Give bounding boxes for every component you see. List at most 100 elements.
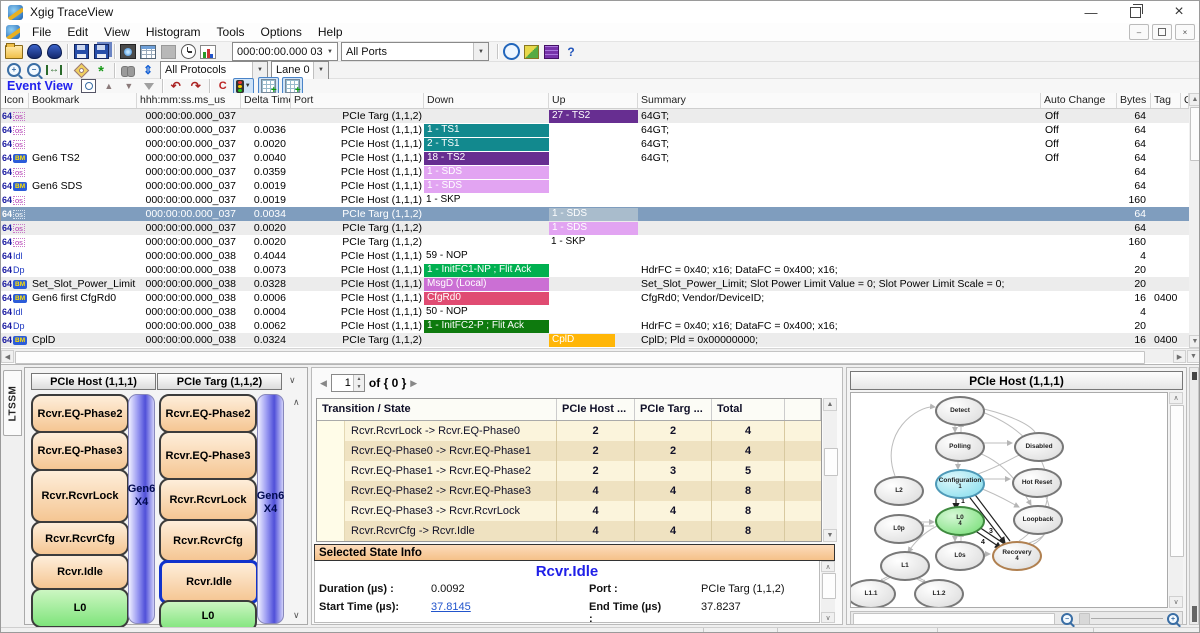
ltssm-state-l0[interactable]: L0 — [31, 588, 129, 628]
state-node-polling[interactable]: Polling — [935, 432, 985, 462]
scroll-thumb[interactable] — [822, 573, 836, 599]
transition-row[interactable]: Rcvr.EQ-Phase3 -> Rcvr.RcvrLock448 — [317, 501, 821, 521]
chevron-down-icon[interactable]: ∨ — [293, 611, 300, 620]
ltssm-state-rcvr-rcvrcfg[interactable]: Rcvr.RcvrCfg — [31, 521, 129, 556]
ltssm-tab[interactable]: LTSSM — [3, 370, 22, 436]
minimize-button[interactable]: — — [1069, 1, 1113, 23]
ports-combobox[interactable]: All Ports ▼ — [341, 42, 489, 61]
time-search-field[interactable]: 000:00:00.000 037 ▼ — [232, 42, 338, 61]
help-button[interactable]: ? — [562, 43, 580, 60]
sync-scroll-button[interactable]: ⇕ — [139, 62, 157, 79]
event-row[interactable]: 64BMGen6 first CfgRd0000:00:00.000_0380.… — [1, 291, 1189, 305]
event-table-vscrollbar[interactable]: ▲ ▼ — [1189, 93, 1200, 348]
state-node-l2[interactable]: L2 — [874, 476, 924, 506]
event-row[interactable]: 64BMGen6 SDS000:00:00.000_0370.0019PCIe … — [1, 179, 1189, 193]
collapsed-panel-strip[interactable] — [1189, 367, 1199, 625]
transition-row[interactable]: Rcvr.EQ-Phase2 -> Rcvr.EQ-Phase3448 — [317, 481, 821, 501]
column-header[interactable]: Port — [291, 93, 424, 108]
event-row[interactable]: 64Dp000:00:00.000_0380.0073PCIe Host (1,… — [1, 263, 1189, 277]
event-row[interactable]: 64BMGen6 TS2000:00:00.000_0370.0040PCIe … — [1, 151, 1189, 165]
event-row[interactable]: 64BMSet_Slot_Power_Limit000:00:00.000_03… — [1, 277, 1189, 291]
scroll-up-icon[interactable]: ∧ — [1169, 392, 1183, 404]
column-header[interactable]: Icon — [1, 93, 29, 108]
column-header[interactable]: Delta Time — [241, 93, 291, 108]
prev-event-button[interactable]: ▲ — [100, 78, 118, 95]
pager-next-icon[interactable]: ▶ — [410, 378, 417, 389]
strip-thumb[interactable] — [1192, 606, 1197, 622]
scroll-thumb[interactable] — [1190, 107, 1200, 161]
event-row[interactable]: 64BMCplD000:00:00.000_0380.0324PCIe Targ… — [1, 333, 1189, 347]
menu-item-view[interactable]: View — [96, 24, 138, 40]
ltssm-host-header[interactable]: PCIe Host (1,1,1) — [31, 373, 156, 390]
scroll-thumb[interactable] — [1170, 405, 1184, 557]
state-node-l0s[interactable]: L0s — [935, 541, 985, 571]
transition-row[interactable]: Rcvr.RcvrCfg -> Rcvr.Idle448 — [317, 521, 821, 541]
scroll-right-icon[interactable]: ▶ — [1173, 350, 1186, 363]
scroll-thumb[interactable] — [824, 448, 838, 476]
prev-bookmark-button[interactable]: ↶ — [167, 78, 185, 95]
diagram-vscrollbar[interactable]: ∧ ∨ — [1169, 392, 1183, 608]
column-header[interactable]: Down — [424, 93, 549, 108]
ltssm-state-rcvr-eq-phase3[interactable]: Rcvr.EQ-Phase3 — [31, 431, 129, 471]
child-minimize-button[interactable]: – — [1129, 24, 1149, 40]
column-header[interactable]: Bookmark — [29, 93, 137, 108]
column-header[interactable]: Bytes — [1117, 93, 1151, 108]
transitions-column-header[interactable]: PCIe Host ... — [557, 399, 635, 420]
event-row[interactable]: 64os000:00:00.000_037PCIe Targ (1,1,2)27… — [1, 109, 1189, 123]
next-bookmark-button[interactable]: ↷ — [187, 78, 205, 95]
menu-item-edit[interactable]: Edit — [59, 24, 96, 40]
scroll-up-icon[interactable]: ▲ — [823, 398, 837, 411]
protocol-map-button[interactable] — [542, 43, 560, 60]
state-node-detect[interactable]: Detect — [935, 396, 985, 426]
state-node-loopback[interactable]: Loopback — [1013, 505, 1063, 535]
transitions-vscrollbar[interactable]: ▲ ▼ — [823, 398, 837, 542]
next-event-button[interactable]: ▼ — [120, 78, 138, 95]
diagram-zoom-in-icon[interactable]: + — [1167, 613, 1179, 625]
event-row[interactable]: 64os000:00:00.000_0370.0034PCIe Targ (1,… — [1, 207, 1189, 221]
transition-row[interactable]: Rcvr.EQ-Phase0 -> Rcvr.EQ-Phase1224 — [317, 441, 821, 461]
event-row[interactable]: 64os000:00:00.000_0370.0036PCIe Host (1,… — [1, 123, 1189, 137]
column-header[interactable]: Summary — [638, 93, 1041, 108]
pager-prev-icon[interactable]: ◀ — [320, 378, 327, 389]
new-marker-button[interactable]: * — [92, 62, 110, 79]
menu-item-help[interactable]: Help — [310, 24, 351, 40]
event-row[interactable]: 64Idl000:00:00.000_0380.0004PCIe Host (1… — [1, 305, 1189, 319]
scroll-down-icon[interactable]: ▼ — [823, 529, 837, 542]
select-event-button[interactable] — [80, 78, 98, 95]
transitions-column-header[interactable]: PCIe Targ ... — [635, 399, 712, 420]
trigger-view-button[interactable]: ▼ — [233, 78, 254, 95]
time-info-button[interactable] — [502, 43, 520, 60]
save-all-button[interactable] — [92, 43, 110, 60]
chevron-up-icon[interactable]: ∧ — [293, 398, 300, 407]
page-spinner[interactable]: 1 ▲▼ — [331, 374, 365, 392]
open-trace-button[interactable] — [5, 43, 23, 60]
event-row[interactable]: 64os000:00:00.000_0370.0020PCIe Targ (1,… — [1, 235, 1189, 249]
scroll-down-icon[interactable]: ∨ — [821, 612, 835, 623]
state-node-l0[interactable]: L04 — [935, 506, 985, 536]
ltssm-targ-header[interactable]: PCIe Targ (1,1,2) — [157, 373, 282, 390]
zoom-slider-track[interactable] — [1091, 618, 1163, 619]
column-header[interactable]: Up — [549, 93, 638, 108]
state-info-vscrollbar[interactable]: ∧ ∨ — [821, 561, 835, 623]
ltssm-state-rcvr-eq-phase2[interactable]: Rcvr.EQ-Phase2 — [31, 394, 129, 433]
ltssm-state-rcvr-idle[interactable]: Rcvr.Idle — [159, 560, 259, 604]
fit-to-window-button[interactable]: ↔ — [45, 62, 63, 79]
restore-button[interactable] — [1113, 1, 1157, 23]
column-header[interactable]: Qu — [1181, 93, 1189, 108]
column-header[interactable]: hhh:mm:ss.ms_us — [137, 93, 241, 108]
table-view-button[interactable] — [139, 43, 157, 60]
event-row[interactable]: 64os000:00:00.000_0370.0359PCIe Host (1,… — [1, 165, 1189, 179]
close-button[interactable]: × — [1157, 1, 1200, 23]
diagram-zoom-out-icon[interactable]: − — [1061, 613, 1073, 625]
diagram-hscroll-thumb[interactable] — [853, 613, 1055, 625]
report-button[interactable] — [199, 43, 217, 60]
transitions-column-header[interactable]: Total — [712, 399, 785, 420]
open-recent-button[interactable] — [45, 43, 63, 60]
column-header[interactable]: Auto Change — [1041, 93, 1117, 108]
save-button[interactable] — [72, 43, 90, 60]
ltssm-state-rcvr-eq-phase2[interactable]: Rcvr.EQ-Phase2 — [159, 394, 257, 433]
event-row[interactable]: 64Dp000:00:00.000_0380.0062PCIe Host (1,… — [1, 319, 1189, 333]
scroll-corner-icon[interactable]: ▼ — [1187, 350, 1200, 363]
transition-row[interactable]: Rcvr.EQ-Phase1 -> Rcvr.EQ-Phase2235 — [317, 461, 821, 481]
capture-button[interactable] — [119, 43, 137, 60]
